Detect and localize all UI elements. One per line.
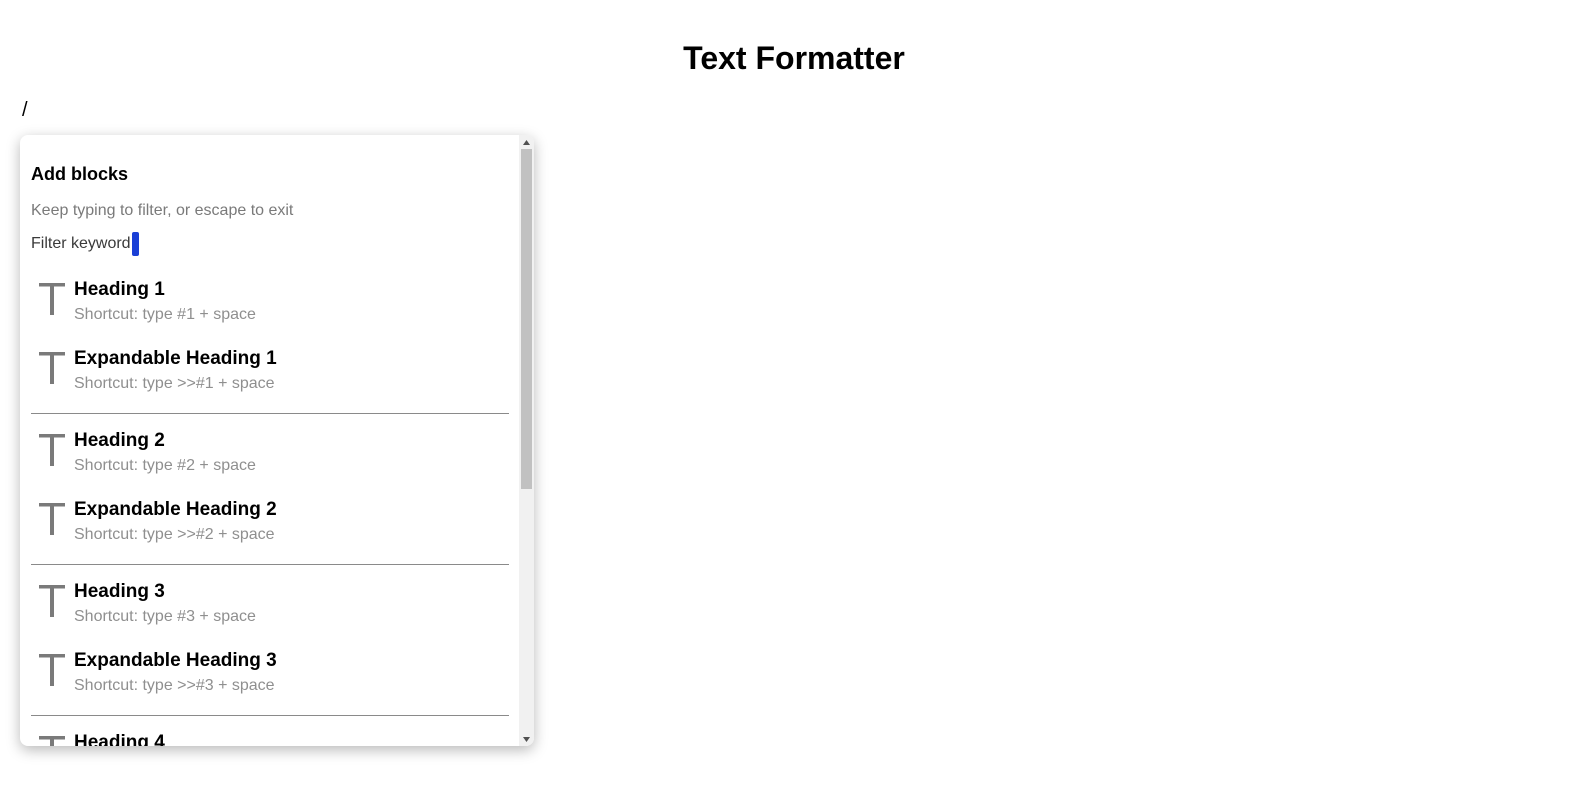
text-t-icon [39,503,65,535]
block-option[interactable]: Expandable Heading 3 Shortcut: type >>#3 … [31,646,509,715]
filter-input[interactable]: Filter keyword [31,231,139,257]
scroll-up-arrow-icon[interactable] [519,135,534,149]
text-t-icon [39,434,65,466]
text-t-icon [39,654,65,686]
block-option-title: Heading 3 [74,581,165,602]
menu-hint: Keep typing to filter, or escape to exit [31,202,294,219]
text-caret [131,232,139,256]
text-t-icon [39,585,65,617]
add-blocks-menu: Add blocks Keep typing to filter, or esc… [20,135,534,746]
block-option-title: Heading 1 [74,279,165,300]
block-option-shortcut: Shortcut: type #2 + space [74,457,256,474]
block-list: Heading 1 Shortcut: type #1 + space Expand… [31,275,509,746]
page-title: Text Formatter [683,40,905,76]
block-option[interactable]: Heading 3 Shortcut: type #3 + space [31,577,509,646]
group-divider [31,715,509,728]
block-option[interactable]: Heading 4 [31,728,509,746]
text-t-icon [39,283,65,315]
menu-heading: Add blocks [31,164,129,184]
block-option-shortcut: Shortcut: type >>#2 + space [74,526,275,543]
block-option[interactable]: Heading 1 Shortcut: type #1 + space [31,275,509,344]
filter-label: Filter keyword [31,235,131,252]
block-option-title: Expandable Heading 1 [74,348,277,369]
group-divider [31,413,509,426]
block-option-shortcut: Shortcut: type #1 + space [74,306,256,323]
block-option[interactable]: Heading 2 Shortcut: type #2 + space [31,426,509,495]
editor-text[interactable]: / [22,98,28,122]
block-option-title: Expandable Heading 2 [74,499,277,520]
text-t-icon [39,736,65,746]
menu-scroll-area[interactable]: Add blocks Keep typing to filter, or esc… [20,135,519,746]
block-option[interactable]: Expandable Heading 1 Shortcut: type >>#1 … [31,344,509,413]
scrollbar-thumb[interactable] [521,149,532,489]
block-option-shortcut: Shortcut: type #3 + space [74,608,256,625]
menu-scrollbar[interactable] [519,135,534,746]
block-option-shortcut: Shortcut: type >>#1 + space [74,375,275,392]
group-divider [31,564,509,577]
block-option-title: Heading 2 [74,430,165,451]
block-option-title: Expandable Heading 3 [74,650,277,671]
block-option[interactable]: Expandable Heading 2 Shortcut: type >>#2 … [31,495,509,564]
scroll-down-arrow-icon[interactable] [519,732,534,746]
text-t-icon [39,352,65,384]
block-option-shortcut: Shortcut: type >>#3 + space [74,677,275,694]
block-option-title: Heading 4 [74,732,165,746]
